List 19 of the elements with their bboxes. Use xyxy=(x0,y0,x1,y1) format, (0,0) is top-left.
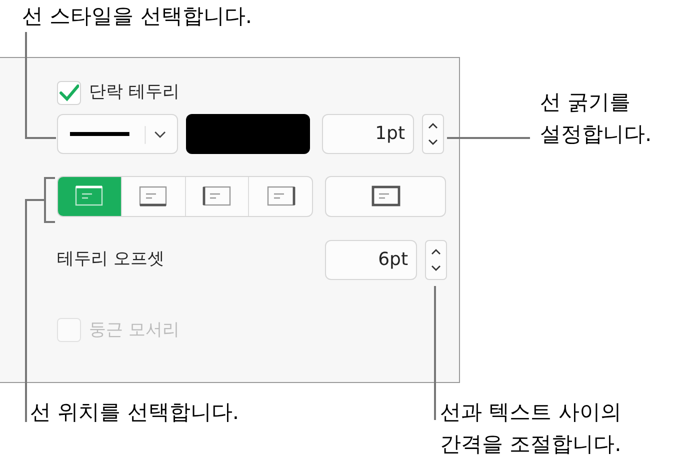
callout-text: 선 위치를 선택합니다. xyxy=(30,399,240,426)
checkbox[interactable] xyxy=(57,80,81,105)
offset-field[interactable]: 6pt xyxy=(325,240,417,280)
outline-button[interactable] xyxy=(325,176,446,216)
checkmark-icon xyxy=(59,84,79,102)
stepper-button[interactable] xyxy=(425,240,447,280)
offset-label: 테두리 오프셋 xyxy=(57,248,166,271)
callout-text: 선 스타일을 선택합니다. xyxy=(22,3,252,30)
line-style-dropdown[interactable] xyxy=(57,114,178,154)
stroke-width-field[interactable]: 1pt xyxy=(322,114,414,154)
stepper-button[interactable] xyxy=(422,114,444,154)
callout-text: 선 굵기를 설정합니다. xyxy=(540,89,652,148)
line-style-icon xyxy=(68,124,167,144)
checkbox-label: 단락 테두리 xyxy=(89,81,180,104)
color-well[interactable] xyxy=(186,114,310,154)
up-down-chevron-icon xyxy=(430,246,442,272)
callout-text: 선과 텍스트 사이의 간격을 조절합니다. xyxy=(440,399,622,458)
up-down-chevron-icon xyxy=(427,120,439,146)
checkbox-label: 둥근 모서리 xyxy=(89,318,180,342)
